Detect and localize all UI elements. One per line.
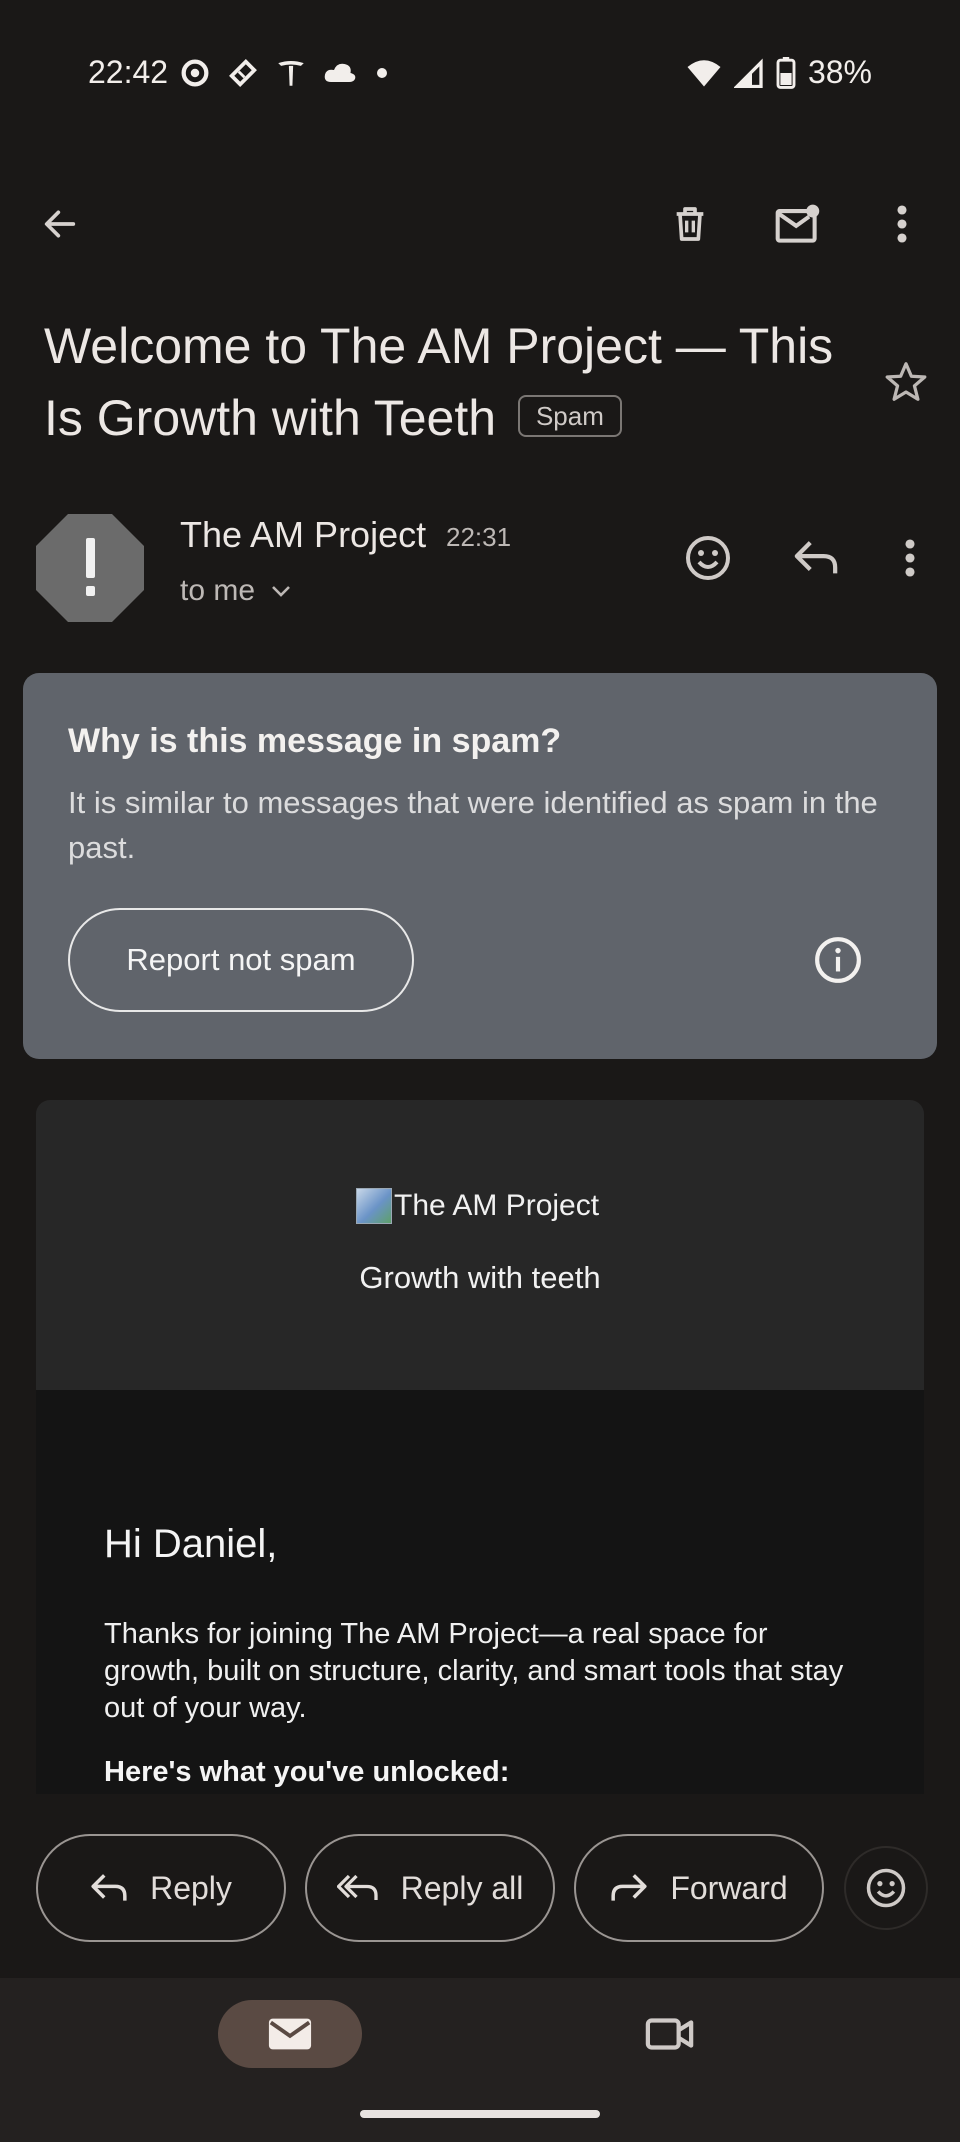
info-icon: [815, 937, 861, 983]
add-reaction-button[interactable]: [672, 522, 744, 594]
dot-icon: [377, 68, 387, 78]
reply-all-button[interactable]: Reply all: [305, 1834, 555, 1942]
reply-icon: [91, 1874, 127, 1901]
sync-icon: [181, 59, 209, 87]
mail-icon: [268, 2018, 312, 2050]
forward-icon: [611, 1874, 647, 1901]
nav-mail-tab[interactable]: [218, 2000, 362, 2068]
signal-icon: [733, 58, 763, 88]
wifi-icon: [687, 59, 721, 86]
status-time: 22:42: [88, 54, 169, 90]
reply-all-label: Reply all: [400, 1869, 524, 1906]
sender-avatar[interactable]: [36, 514, 144, 622]
chevron-down-icon: [272, 586, 290, 597]
email-banner: [36, 1100, 924, 1390]
overflow-icon: [897, 205, 907, 243]
recipient-label: to me: [180, 574, 256, 607]
overflow-icon: [905, 539, 915, 577]
quick-react-button[interactable]: [844, 1846, 928, 1930]
notification-icons: [178, 56, 392, 90]
sent-time: 22:31: [446, 522, 512, 552]
spam-notice-body: It is similar to messages that were iden…: [68, 785, 878, 865]
mark-unread-button[interactable]: [762, 188, 834, 260]
email-body: [36, 1390, 924, 1794]
unlocked-heading: Here's what you've unlocked:: [104, 1756, 510, 1788]
battery-icon: [776, 56, 796, 89]
more-options-button[interactable]: [866, 188, 938, 260]
status-bar: 22:42 38%: [0, 0, 960, 150]
tesla-icon: [278, 60, 304, 86]
nav-meet-tab[interactable]: [634, 2000, 706, 2068]
brand-tagline: Growth with teeth: [359, 1260, 601, 1295]
system-icons: 38%: [686, 54, 872, 91]
ticket-icon: [229, 59, 257, 87]
forward-button[interactable]: Forward: [574, 1834, 824, 1942]
reply-button[interactable]: Reply: [36, 1834, 286, 1942]
spam-notice-title: Why is this message in spam?: [68, 722, 562, 760]
battery-level: 38%: [807, 54, 872, 90]
star-button[interactable]: [870, 346, 942, 418]
back-icon: [44, 210, 76, 238]
report-not-spam-button[interactable]: Report not spam: [68, 908, 414, 1012]
recipient-details-toggle[interactable]: to me: [180, 574, 293, 608]
logo-alt-text: The AM Project: [394, 1189, 600, 1222]
warning-octagon-icon: [36, 514, 144, 622]
spam-info-button[interactable]: [802, 924, 874, 996]
trash-icon: [676, 207, 704, 241]
reply-all-icon: [336, 1874, 378, 1900]
email-intro-paragraph: Thanks for joining The AM Project—a real…: [104, 1618, 844, 1724]
subject-text: Welcome to The AM Project — This Is Grow…: [44, 318, 834, 446]
email-subject: Welcome to The AM Project — This Is Grow…: [44, 310, 864, 454]
star-icon: [885, 362, 927, 401]
forward-label: Forward: [670, 1869, 788, 1906]
reply-button-header[interactable]: [780, 522, 852, 594]
spam-label-chip[interactable]: Spam: [517, 394, 622, 437]
video-icon: [645, 2018, 694, 2050]
back-button[interactable]: [24, 188, 96, 260]
reply-label: Reply: [150, 1869, 232, 1906]
sender-name: The AM Project: [180, 514, 427, 555]
emoji-icon: [686, 536, 730, 580]
brand-logo-image: The AM Project: [356, 1188, 599, 1224]
cloud-icon: [324, 63, 356, 82]
email-greeting: Hi Daniel,: [104, 1522, 278, 1566]
message-more-button[interactable]: [874, 522, 946, 594]
home-indicator[interactable]: [360, 2110, 600, 2118]
broken-image-icon: [356, 1188, 392, 1224]
mail-unread-icon: [775, 204, 820, 243]
reply-icon: [794, 541, 838, 574]
delete-button[interactable]: [654, 188, 726, 260]
emoji-icon: [866, 1868, 906, 1908]
